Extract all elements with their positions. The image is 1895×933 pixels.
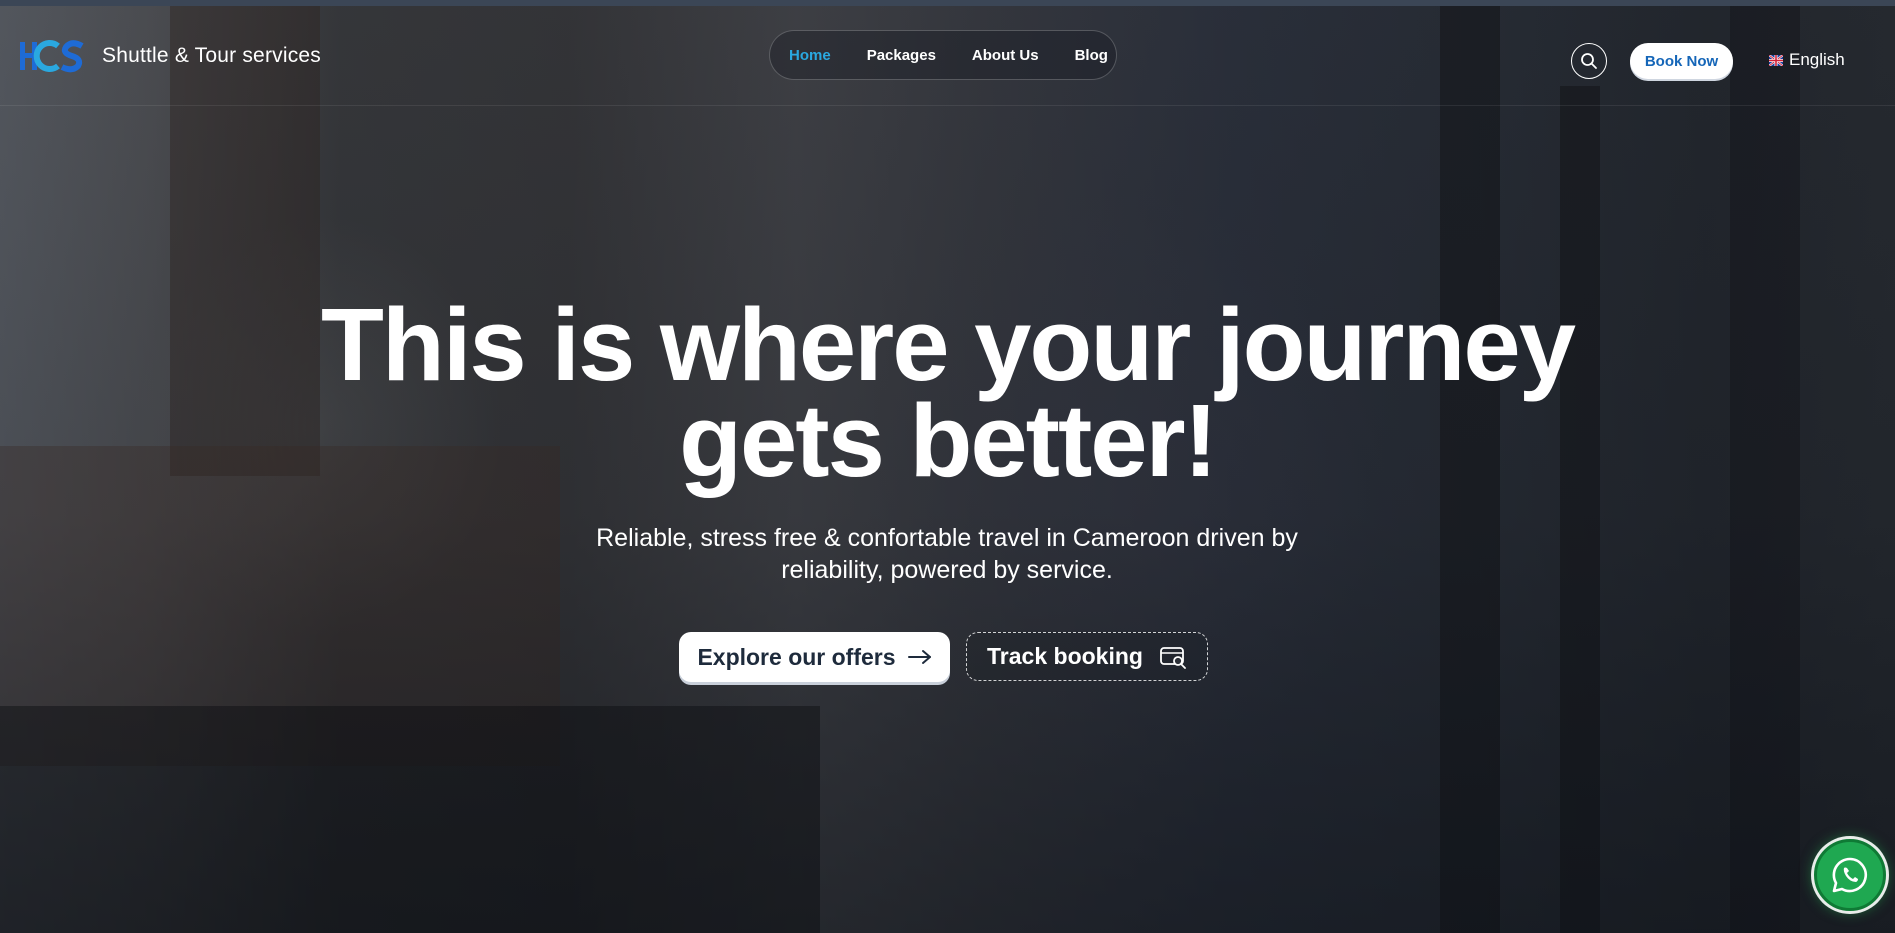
brand-name: Shuttle & Tour services — [102, 44, 321, 67]
uk-flag-icon — [1769, 54, 1783, 66]
site-header: Shuttle & Tour services Home Packages Ab… — [0, 6, 1895, 106]
search-button[interactable] — [1571, 43, 1607, 79]
brand[interactable]: Shuttle & Tour services — [18, 36, 321, 76]
nav-blog[interactable]: Blog — [1075, 47, 1108, 64]
search-icon — [1581, 53, 1597, 69]
whatsapp-button[interactable] — [1814, 839, 1886, 911]
nav-packages[interactable]: Packages — [867, 47, 936, 64]
book-now-button[interactable]: Book Now — [1630, 43, 1733, 79]
nav-about-us[interactable]: About Us — [972, 47, 1039, 64]
explore-offers-label: Explore our offers — [697, 643, 896, 670]
track-booking-label: Track booking — [987, 643, 1143, 669]
hero-headline-line2: gets better! — [679, 383, 1218, 498]
whatsapp-icon — [1832, 857, 1868, 893]
hero-subtitle: Reliable, stress free & confortable trav… — [547, 522, 1347, 586]
hero-subtitle-line2: reliability, powered by service. — [781, 556, 1113, 584]
explore-offers-button[interactable]: Explore our offers — [679, 632, 950, 682]
hero-headline: This is where your journey gets better! — [0, 293, 1895, 492]
logo-icon — [20, 40, 84, 73]
track-search-icon — [1160, 646, 1186, 669]
arrow-right-icon — [907, 650, 931, 664]
language-label: English — [1789, 50, 1845, 69]
language-selector[interactable]: English — [1769, 50, 1845, 70]
nav-home[interactable]: Home — [789, 47, 831, 64]
track-booking-button[interactable]: Track booking — [966, 632, 1208, 681]
main-nav: Home Packages About Us Blog — [769, 30, 1117, 80]
hero-subtitle-line1: Reliable, stress free & confortable trav… — [596, 524, 1298, 552]
